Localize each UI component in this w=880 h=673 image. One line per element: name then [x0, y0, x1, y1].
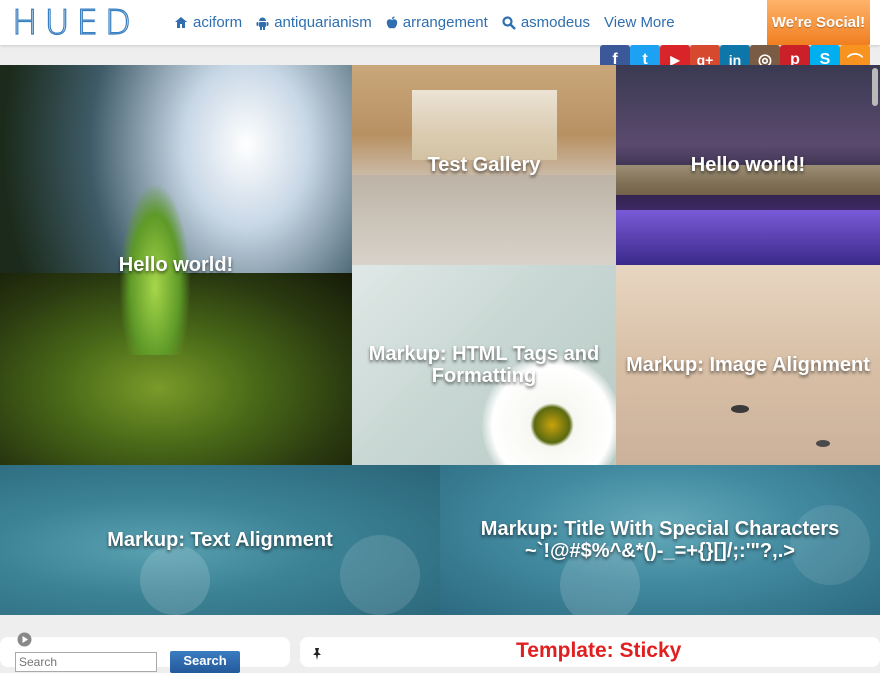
pin-icon [312, 647, 328, 666]
scrollbar-thumb[interactable] [872, 68, 878, 106]
site-logo[interactable]: HUED [11, 3, 138, 42]
android-icon [256, 16, 269, 30]
nav-label: arrangement [402, 14, 488, 31]
tile-title: Hello world! [690, 154, 806, 176]
nav-label: antiquarianism [274, 14, 372, 31]
tile-title: Markup: Image Alignment [626, 354, 870, 376]
tile-title: Test Gallery [427, 154, 541, 176]
search-button[interactable]: Search [170, 651, 240, 673]
tile-test-gallery[interactable]: Test Gallery [352, 65, 616, 265]
tile-title: Hello world! [118, 254, 234, 276]
nav-label: asmodeus [520, 14, 591, 31]
apple-icon [386, 16, 398, 30]
play-icon[interactable] [17, 632, 32, 652]
tile-markup-html-tags[interactable]: Markup: HTML Tags and Formatting [352, 265, 616, 465]
tile-title: Markup: HTML Tags and Formatting [368, 343, 600, 387]
tile-hello-world-plant[interactable]: Hello world! [0, 65, 352, 465]
home-icon [174, 16, 188, 29]
nav-item-aciform[interactable]: aciform [174, 14, 242, 31]
nav-item-antiquarianism[interactable]: antiquarianism [256, 14, 372, 31]
tile-title: Markup: Title With Special Characters ~`… [480, 518, 840, 562]
site-header: HUED aciform antiquarianism arrangement … [0, 0, 880, 45]
nav-item-arrangement[interactable]: arrangement [386, 14, 488, 31]
search-icon [502, 15, 516, 30]
main-nav: aciform antiquarianism arrangement asmod… [174, 14, 675, 31]
nav-label: View More [604, 14, 675, 31]
were-social-button[interactable]: We're Social! [767, 0, 870, 45]
tile-title: Markup: Text Alignment [107, 529, 333, 551]
nav-label: aciform [193, 14, 243, 31]
post-title[interactable]: Template: Sticky [516, 639, 681, 663]
search-input[interactable] [15, 652, 157, 672]
tile-markup-text-alignment[interactable]: Markup: Text Alignment [0, 465, 440, 615]
tile-markup-special-characters[interactable]: Markup: Title With Special Characters ~`… [440, 465, 880, 615]
nav-item-view-more[interactable]: View More [604, 14, 675, 31]
tile-markup-image-alignment[interactable]: Markup: Image Alignment [616, 265, 880, 465]
tile-hello-world-bridge[interactable]: Hello world! [616, 65, 880, 265]
nav-item-asmodeus[interactable]: asmodeus [502, 14, 590, 31]
